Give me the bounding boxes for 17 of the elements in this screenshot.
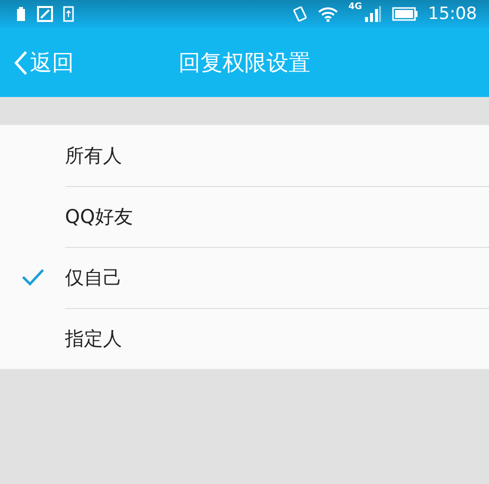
network-type: 4G (348, 2, 362, 12)
option-label: 指定人 (65, 327, 122, 352)
chevron-left-icon (14, 50, 28, 76)
option-row[interactable]: 仅自己 (0, 247, 489, 308)
option-label: QQ好友 (65, 205, 133, 230)
option-row[interactable]: 指定人 (0, 308, 489, 369)
option-label: 仅自己 (65, 266, 122, 291)
battery-icon (392, 7, 418, 21)
wifi-icon (318, 6, 338, 22)
clock: 15:08 (428, 4, 477, 24)
option-row[interactable]: QQ好友 (0, 186, 489, 247)
signal-icon (364, 6, 382, 22)
option-row[interactable]: 所有人 (0, 125, 489, 186)
upload-icon (63, 6, 74, 22)
vibrate-icon (292, 5, 308, 23)
page-title: 回复权限设置 (178, 50, 310, 78)
option-label: 所有人 (65, 144, 122, 168)
